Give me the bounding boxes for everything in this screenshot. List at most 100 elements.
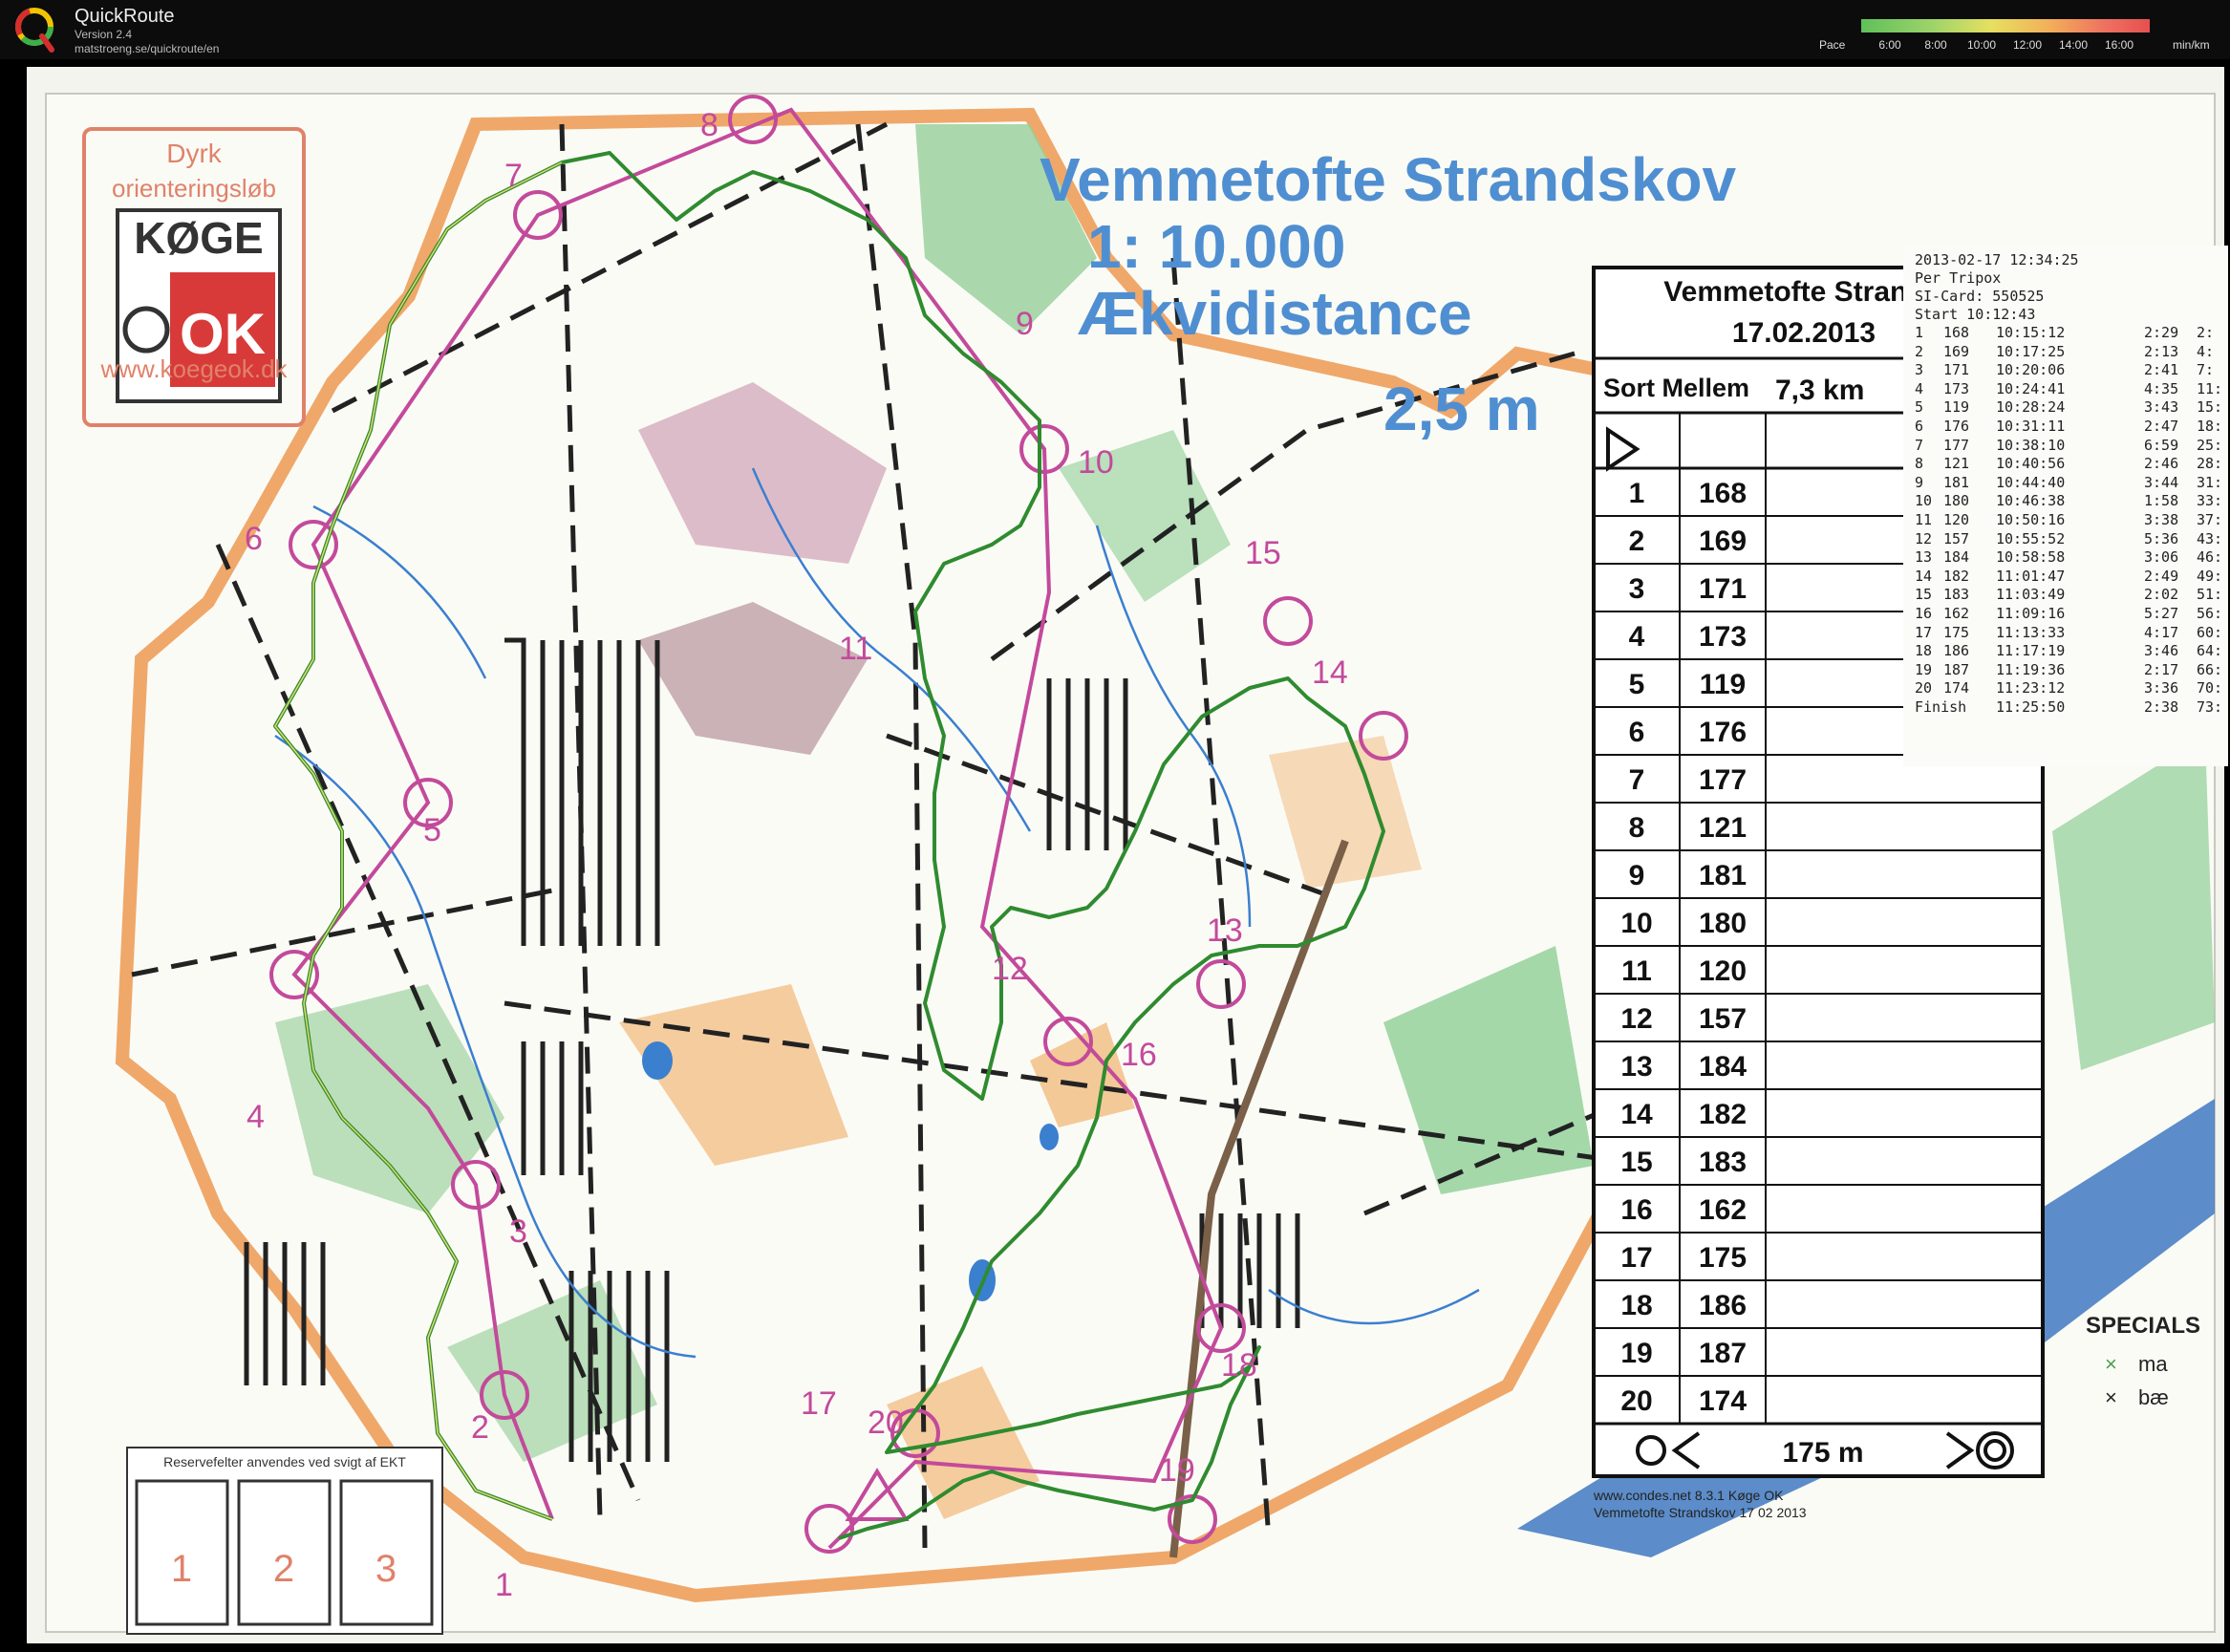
split-code: 176 xyxy=(1943,418,1970,435)
map-equidistance-label: Ækvidistance xyxy=(1078,279,1472,348)
description-control-code: 162 xyxy=(1699,1194,1747,1226)
split-time: 10:17:25 xyxy=(1996,342,2066,360)
split-time: 10:31:11 xyxy=(1996,418,2066,435)
description-control-code: 120 xyxy=(1699,955,1747,987)
control-label: 10 xyxy=(1078,444,1114,481)
pace-legend-label: Pace xyxy=(1819,38,1846,52)
description-control-number: 3 xyxy=(1629,573,1645,605)
split-n: 8 xyxy=(1915,455,1924,473)
split-cum: 60: xyxy=(2197,623,2223,641)
description-control-number: 17 xyxy=(1620,1242,1652,1274)
specials-mark: × xyxy=(2105,1385,2117,1409)
pace-tick: 6:00 xyxy=(1878,38,1901,52)
svg-text:www.koegeok.dk: www.koegeok.dk xyxy=(99,354,288,383)
description-control-number: 14 xyxy=(1620,1099,1653,1130)
split-time: 10:40:56 xyxy=(1996,455,2066,473)
split-split: 3:44 xyxy=(2144,473,2179,491)
split-split: 4:17 xyxy=(2144,623,2179,641)
svg-text:175 m: 175 m xyxy=(1782,1437,1863,1469)
club-logo: Dyrk orienteringsløb KØGE OK www.koegeok… xyxy=(82,127,306,427)
split-cum: 37: xyxy=(2197,511,2223,528)
split-cum: 64: xyxy=(2197,642,2223,660)
description-control-number: 12 xyxy=(1620,1003,1652,1035)
control-label: 15 xyxy=(1245,535,1281,571)
description-control-number: 11 xyxy=(1621,955,1652,987)
split-n: 14 xyxy=(1915,567,1933,585)
split-split: 2:41 xyxy=(2144,361,2179,379)
split-time: 10:44:40 xyxy=(1996,473,2066,491)
split-split: 5:36 xyxy=(2144,529,2179,547)
split-row: 4 173 10:24:41 4:35 11: xyxy=(1915,380,2230,398)
pace-tick: 14:00 xyxy=(2058,38,2089,52)
reserve-boxes: Reservefelter anvendes ved svigt af EKT … xyxy=(126,1447,443,1635)
split-time: 11:03:49 xyxy=(1996,586,2066,604)
split-cum: 7: xyxy=(2197,361,2215,379)
split-time: 10:38:10 xyxy=(1996,436,2066,454)
control-label: 17 xyxy=(801,1385,837,1422)
split-cum: 25: xyxy=(2197,436,2223,454)
split-time: 11:09:16 xyxy=(1996,605,2066,622)
description-control-code: 182 xyxy=(1699,1099,1747,1130)
svg-text:Sort Mellem: Sort Mellem xyxy=(1603,374,1749,402)
svg-text:1: 1 xyxy=(171,1548,192,1590)
split-split: 2:13 xyxy=(2144,342,2179,360)
split-row: 11 120 10:50:16 3:38 37: xyxy=(1915,511,2230,529)
split-n: 4 xyxy=(1915,379,1924,397)
split-time: 10:28:24 xyxy=(1996,398,2066,417)
description-control-number: 15 xyxy=(1620,1147,1652,1178)
split-cum: 11: xyxy=(2197,379,2223,397)
svg-text:Reservefelter anvendes ved svi: Reservefelter anvendes ved svigt af EKT xyxy=(163,1454,406,1470)
svg-text:2: 2 xyxy=(273,1548,294,1590)
description-control-number: 5 xyxy=(1629,669,1645,700)
split-n: 20 xyxy=(1915,679,1933,697)
split-n: 7 xyxy=(1915,436,1924,454)
split-n: 12 xyxy=(1915,529,1933,547)
description-control-number: 1 xyxy=(1629,478,1645,509)
split-time: 11:25:50 xyxy=(1996,698,2066,716)
split-n: 13 xyxy=(1915,548,1933,567)
description-control-number: 13 xyxy=(1620,1051,1652,1083)
description-control-code: 186 xyxy=(1699,1290,1747,1321)
specials-mark: × xyxy=(2105,1352,2117,1376)
description-control-number: 18 xyxy=(1620,1290,1652,1321)
split-split: 3:38 xyxy=(2144,511,2179,528)
pace-tick: 12:00 xyxy=(2012,38,2043,52)
description-control-code: 121 xyxy=(1699,812,1747,844)
split-row: 19 187 11:19:36 2:17 66: xyxy=(1915,661,2230,679)
split-row: 3 171 10:20:06 2:41 7: xyxy=(1915,361,2230,379)
split-label: Finish xyxy=(1915,698,1967,716)
split-si-card: SI-Card: 550525 xyxy=(1915,288,2045,305)
split-row: Finish 11:25:50 2:38 73: xyxy=(1915,698,2230,717)
control-label: 11 xyxy=(839,631,872,667)
control-label: 9 xyxy=(1016,306,1034,342)
split-n: 10 xyxy=(1915,492,1933,510)
split-time: 11:23:12 xyxy=(1996,679,2066,697)
control-label: 8 xyxy=(700,107,718,143)
split-row: 6 176 10:31:11 2:47 18: xyxy=(1915,418,2230,436)
control-label: 4 xyxy=(247,1099,265,1135)
split-cum: 51: xyxy=(2197,586,2223,604)
description-control-number: 2 xyxy=(1629,526,1645,557)
split-split: 4:35 xyxy=(2144,379,2179,397)
split-code: 177 xyxy=(1943,436,1970,454)
description-control-code: 174 xyxy=(1699,1385,1747,1417)
split-code: 171 xyxy=(1943,361,1970,379)
split-n: 3 xyxy=(1915,361,1924,379)
split-row: 7 177 10:38:10 6:59 25: xyxy=(1915,437,2230,455)
specials-title: SPECIALS xyxy=(2086,1313,2200,1339)
map-footer: Vemmetofte Strandskov 17 02 2013 xyxy=(1594,1505,1807,1520)
split-n: 1 xyxy=(1915,324,1924,341)
split-cum: 15: xyxy=(2197,398,2223,417)
map-title: Vemmetofte Strandskov xyxy=(1040,145,1737,214)
split-row: 12 157 10:55:52 5:36 43: xyxy=(1915,530,2230,548)
description-control-code: 177 xyxy=(1699,764,1747,796)
description-control-code: 171 xyxy=(1699,573,1747,605)
description-control-number: 6 xyxy=(1629,717,1645,748)
svg-text:3: 3 xyxy=(375,1548,397,1590)
orienteering-map[interactable]: Vemmetofte Strandskov 1: 10.000 Ækvidist… xyxy=(27,67,2224,1643)
split-code: 182 xyxy=(1943,567,1970,585)
control-label: 16 xyxy=(1121,1037,1157,1073)
split-split: 2:17 xyxy=(2144,660,2179,678)
app-header: QuickRoute Version 2.4 matstroeng.se/qui… xyxy=(0,0,2230,59)
split-time: 10:55:52 xyxy=(1996,529,2066,547)
